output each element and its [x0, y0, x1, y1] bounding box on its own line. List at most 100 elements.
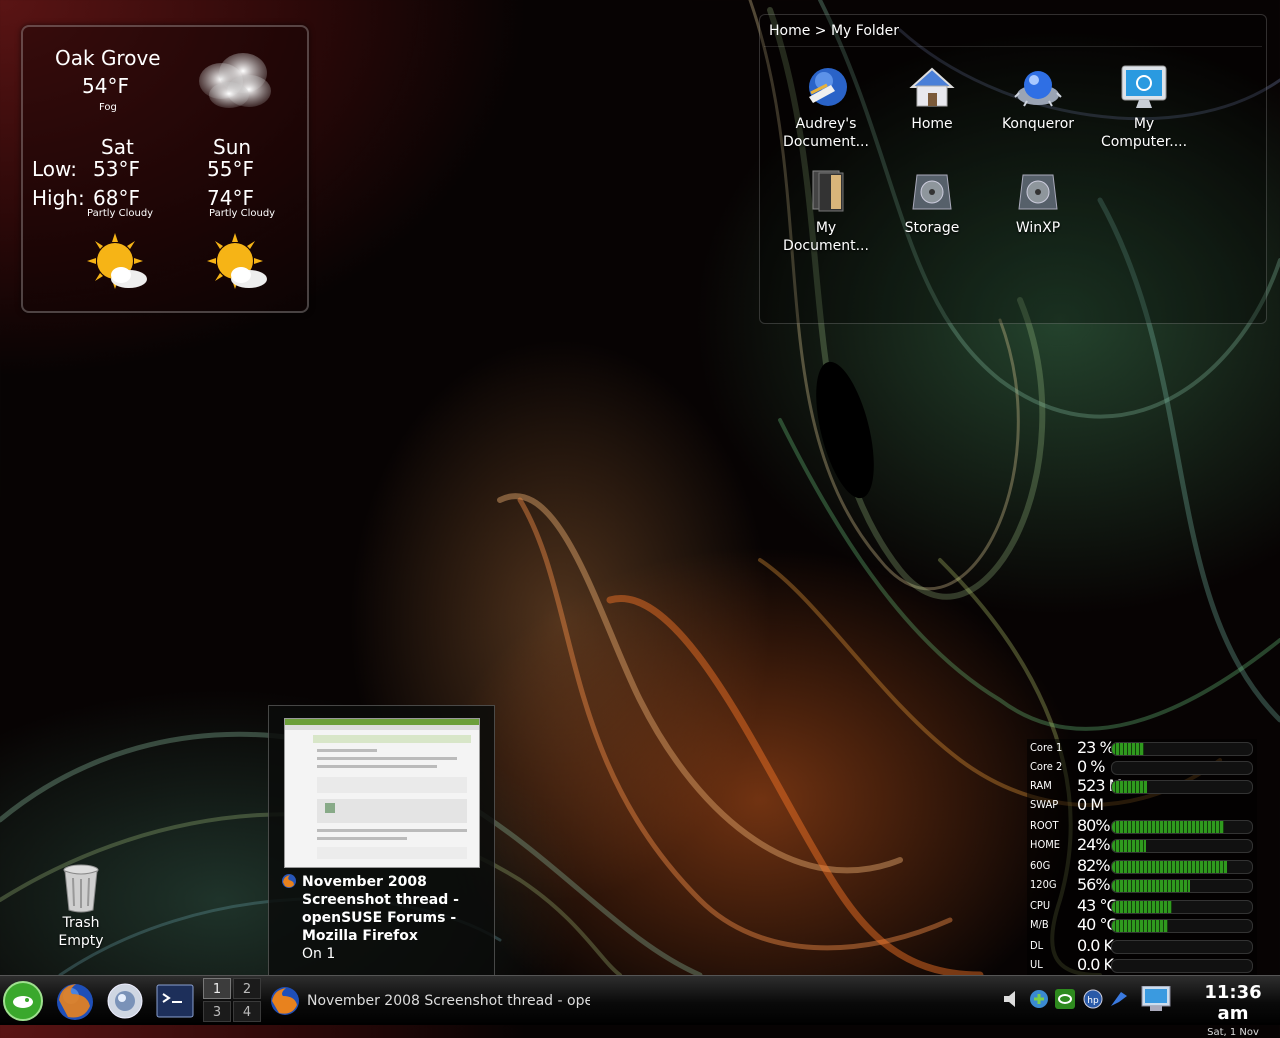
sysmon-value: 80%	[1077, 816, 1111, 835]
clock[interactable]: 11:36 am Sat, 1 Nov	[1186, 982, 1280, 1038]
firefox-launcher-icon[interactable]	[54, 980, 96, 1022]
sysmon-meter	[1111, 879, 1253, 893]
trash-desktop-icon[interactable]: Trash Empty	[50, 862, 112, 950]
weather-low-label: Low:	[32, 157, 78, 181]
sysmon-value: 23 %	[1077, 738, 1115, 757]
taskbar-task-firefox[interactable]: November 2008 Screenshot thread - openSU…	[266, 980, 590, 1022]
weather-widget[interactable]: Oak Grove 54°F Fog Sat Sun Low: High: 53…	[21, 25, 309, 313]
sysmon-label: DL	[1030, 939, 1044, 952]
trash-icon	[63, 864, 99, 913]
folder-divider	[764, 46, 1262, 47]
folder-view-widget: Home > My Folder Audrey's Document... Ho…	[759, 14, 1267, 324]
folder-item-storage[interactable]: Storage	[882, 167, 982, 237]
sysmon-value: 0.0 K	[1077, 936, 1114, 955]
folder-item-konqueror[interactable]: Konqueror	[988, 63, 1088, 133]
sysmon-label: M/B	[1030, 918, 1049, 931]
nvidia-icon[interactable]	[1054, 986, 1076, 1012]
sysmon-row: 120G 56%	[1027, 875, 1257, 894]
sysmon-meter	[1111, 839, 1253, 853]
sysmon-value: 24%	[1077, 835, 1111, 854]
folder-breadcrumb[interactable]: Home > My Folder	[769, 23, 899, 39]
weather-day-sun: Sun	[213, 135, 252, 159]
sysmon-row: M/B 40 °C	[1027, 915, 1257, 934]
pager-desktop-3[interactable]: 3	[203, 1001, 231, 1022]
clock-date: Sat, 1 Nov	[1207, 1027, 1259, 1038]
weather-sun-low: 55°F	[207, 157, 254, 181]
folder-item-my-documents[interactable]: My Document...	[776, 167, 876, 255]
hard-drive-icon	[1018, 174, 1058, 210]
sysmon-meter	[1111, 940, 1253, 954]
network-icon[interactable]	[1028, 986, 1050, 1012]
weather-current-temp: 54°F	[82, 74, 129, 98]
volume-icon[interactable]	[1000, 986, 1022, 1012]
sysmon-value: 0 %	[1077, 757, 1105, 776]
folder-item-my-computer[interactable]: My Computer....	[1094, 63, 1194, 151]
computer-icon	[1121, 65, 1167, 108]
sysmon-meter	[1111, 820, 1253, 834]
system-monitor-widget: Core 1 23 % Core 2 0 % RAM 523 M SWAP 0 M ROOT 80…	[1027, 738, 1257, 977]
sysmon-row: CPU 43 °C	[1027, 896, 1257, 915]
clock-time: 11:36 am	[1204, 982, 1262, 1024]
kickoff-menu-icon[interactable]	[2, 980, 44, 1022]
sysmon-value: 0 M	[1077, 795, 1104, 814]
weather-city: Oak Grove	[55, 46, 161, 70]
sysmon-label: CPU	[1030, 899, 1051, 912]
weather-sat-condition: Partly Cloudy	[87, 208, 154, 219]
sysmon-row: Core 1 23 %	[1027, 738, 1257, 757]
sysmon-row: RAM 523 M	[1027, 776, 1257, 795]
sysmon-label: RAM	[1030, 779, 1052, 792]
task-preview-title: November 2008 Screenshot thread - openSU…	[302, 874, 459, 944]
sysmon-meter-fill	[1112, 920, 1168, 932]
sysmon-value: 82%	[1077, 856, 1111, 875]
trash-status: Empty	[58, 933, 104, 949]
partly-cloudy-icon	[207, 233, 267, 289]
sysmon-row: Core 2 0 %	[1027, 757, 1257, 776]
folder-item-label: My Document...	[783, 220, 869, 254]
konqueror-launcher-icon[interactable]	[104, 980, 146, 1022]
sysmon-row: 60G 82%	[1027, 856, 1257, 875]
folder-item-home[interactable]: Home	[882, 63, 982, 133]
sysmon-meter-fill	[1112, 901, 1172, 913]
sysmon-row: ROOT 80%	[1027, 816, 1257, 835]
weather-sun-condition: Partly Cloudy	[209, 208, 276, 219]
pager-desktop-1[interactable]: 1	[203, 978, 231, 999]
window-thumbnail-image	[285, 719, 479, 859]
weather-sat-low: 53°F	[93, 157, 140, 181]
sysmon-label: SWAP	[1030, 798, 1059, 811]
weather-day-sat: Sat	[101, 135, 134, 159]
task-label: November 2008 Screenshot thread - openSU…	[307, 993, 590, 1009]
bluetooth-icon[interactable]	[1108, 986, 1130, 1012]
desktop-pager: 1 2 3 4	[203, 978, 261, 1022]
sysmon-row: SWAP 0 M	[1027, 795, 1257, 814]
weather-current-condition: Fog	[99, 102, 117, 113]
pager-desktop-4[interactable]: 4	[233, 1001, 261, 1022]
show-desktop-icon[interactable]	[1136, 986, 1180, 1012]
printer-icon[interactable]: hp	[1082, 986, 1104, 1012]
konqueror-icon	[1014, 71, 1062, 107]
window-thumbnail[interactable]	[284, 718, 480, 868]
svg-text:hp: hp	[1087, 996, 1099, 1006]
sysmon-meter-fill	[1112, 880, 1190, 892]
sysmon-label: 60G	[1030, 859, 1051, 872]
terminal-launcher-icon[interactable]	[154, 980, 196, 1022]
weather-sun-high: 74°F	[207, 186, 254, 210]
hard-drive-icon	[912, 174, 952, 210]
sysmon-meter	[1111, 761, 1253, 775]
document-globe-icon	[809, 68, 847, 106]
firefox-icon	[282, 874, 296, 888]
folder-item-audreys-documents[interactable]: Audrey's Document...	[776, 63, 876, 151]
sysmon-row: UL 0.0 K	[1027, 955, 1257, 974]
sysmon-label: 120G	[1030, 878, 1057, 891]
task-preview-tooltip[interactable]: November 2008 Screenshot thread - openSU…	[268, 705, 495, 977]
sysmon-row: HOME 24%	[1027, 835, 1257, 854]
sysmon-label: Core 1	[1030, 741, 1063, 754]
pager-desktop-2[interactable]: 2	[233, 978, 261, 999]
fog-cloud-icon	[199, 53, 271, 108]
sysmon-meter	[1111, 919, 1253, 933]
folder-item-winxp[interactable]: WinXP	[988, 167, 1088, 237]
taskbar: 1 2 3 4 November 2008 Screenshot thread …	[0, 975, 1280, 1038]
folder-item-label: Audrey's Document...	[783, 116, 869, 150]
sysmon-meter-fill	[1112, 743, 1144, 755]
sysmon-value: 0.0 K	[1077, 955, 1114, 974]
sysmon-meter-fill	[1112, 781, 1147, 793]
